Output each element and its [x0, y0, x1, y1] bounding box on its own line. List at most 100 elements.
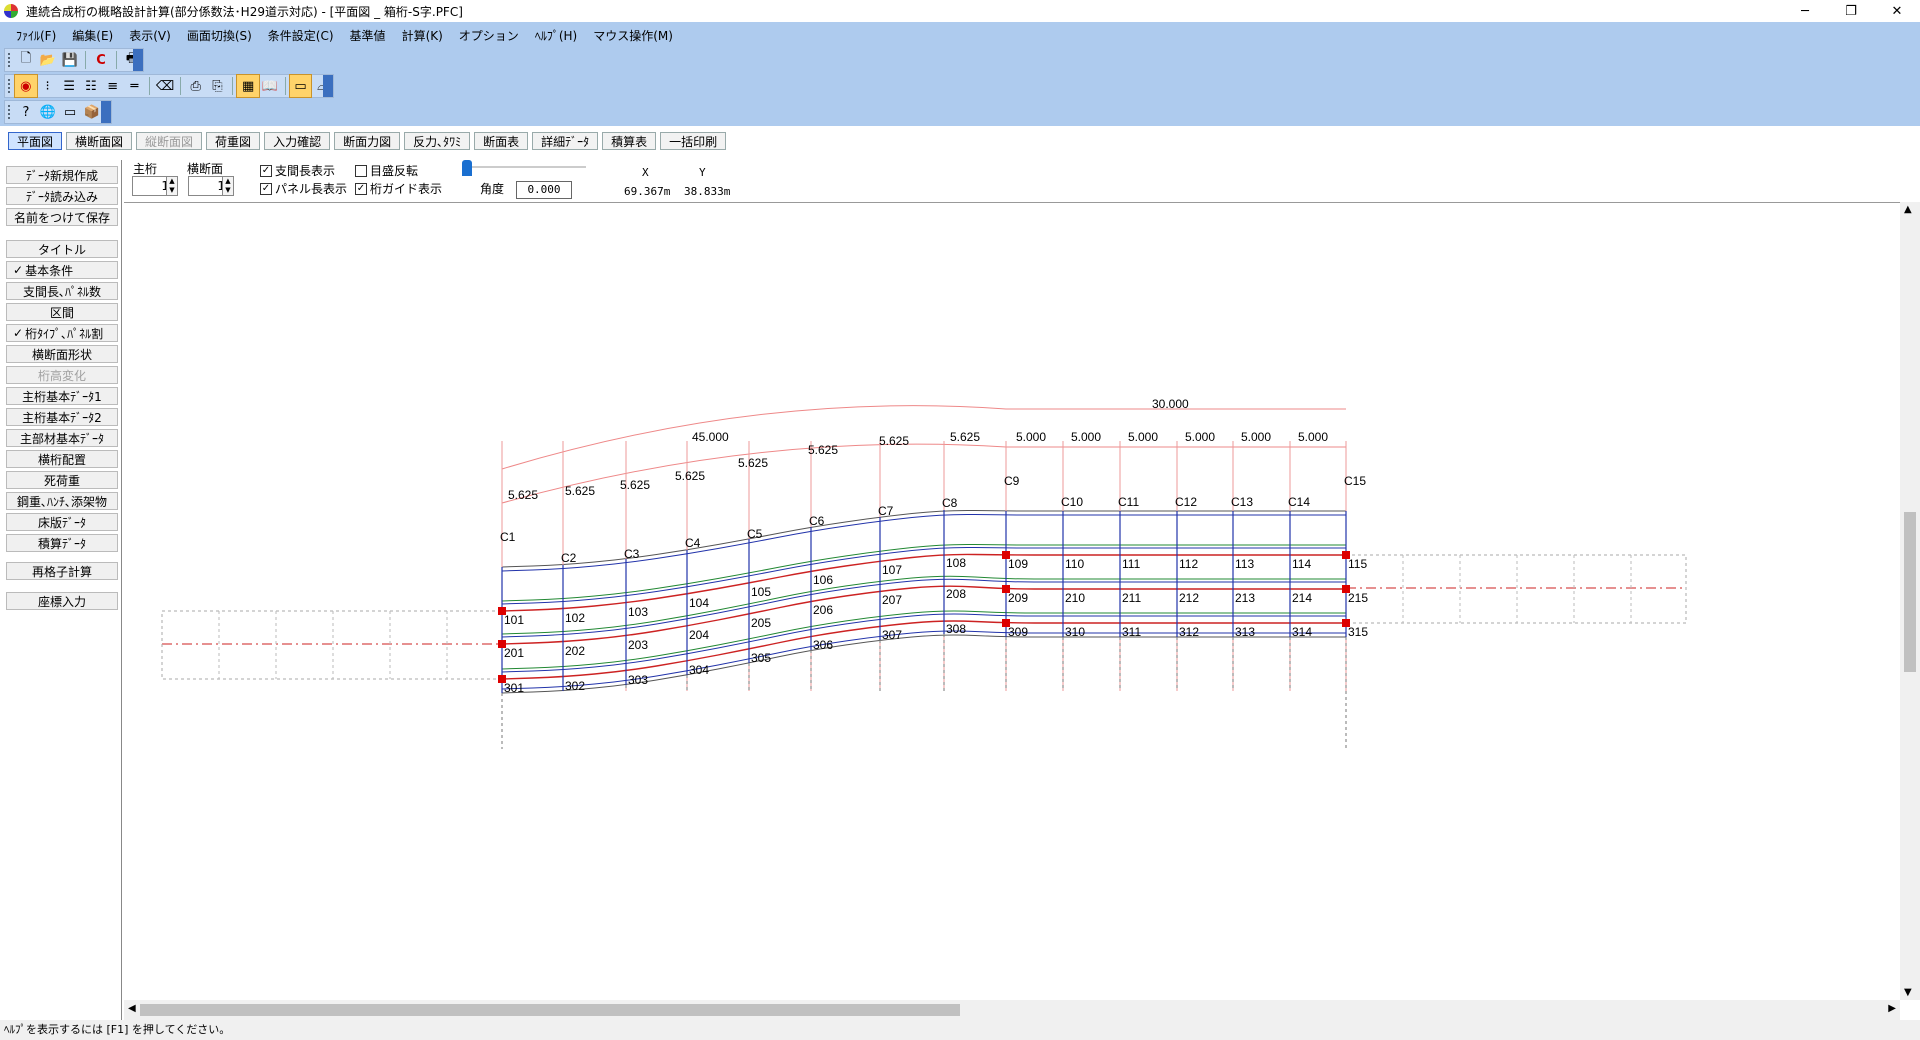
left-item-0[interactable]: タイトル: [6, 240, 118, 258]
angle-label: 角度: [480, 182, 505, 196]
menu-edit[interactable]: 編集(E): [64, 27, 121, 44]
toolbar-view: ◉ ⁝ ☰ ☷ ≡ ═ ⌫ ⎙ ⎘ ▦ 📖 ▭ ⌓: [4, 74, 334, 98]
eraser-icon[interactable]: ⌫: [154, 75, 176, 97]
toolbar-overflow-icon[interactable]: [133, 49, 143, 71]
tab-section-force[interactable]: 断面力図: [334, 132, 401, 150]
scroll-left-icon[interactable]: ◀: [128, 1003, 136, 1014]
menu-view[interactable]: 表示(V): [121, 27, 179, 44]
node-label: 207: [882, 593, 902, 607]
open-folder-icon[interactable]: 📂: [37, 49, 59, 71]
left-item-12[interactable]: 鋼重､ﾊﾝﾁ､添架物: [6, 492, 118, 510]
angle-slider-track[interactable]: [462, 166, 586, 168]
menu-screen[interactable]: 画面切換(S): [179, 27, 260, 44]
vertical-scroll-thumb[interactable]: [1904, 512, 1916, 672]
close-button[interactable]: ✕: [1874, 0, 1920, 22]
left-item-label: 桁ﾀｲﾌﾟ､ﾊﾟﾈﾙ割: [25, 326, 104, 341]
vertical-scrollbar[interactable]: ▲ ▼: [1900, 202, 1920, 1000]
calc-c-icon[interactable]: C: [90, 49, 112, 71]
tab-estimate[interactable]: 積算表: [602, 132, 657, 150]
panel-display-checkbox[interactable]: ✓ パネル長表示: [260, 180, 347, 197]
angle-input[interactable]: 0.000: [516, 181, 572, 199]
scroll-up-icon[interactable]: ▲: [1904, 204, 1912, 215]
left-item-2[interactable]: 支間長､ﾊﾟﾈﾙ数: [6, 282, 118, 300]
dots-icon[interactable]: ⁝: [37, 75, 59, 97]
node-label: 102: [565, 611, 585, 625]
list-icon[interactable]: ≡: [102, 75, 124, 97]
cross-beam-label: C1: [500, 530, 516, 544]
globe-icon[interactable]: 🌐: [37, 101, 59, 123]
tab-load[interactable]: 荷重図: [206, 132, 261, 150]
menu-standards[interactable]: 基準値: [342, 27, 394, 44]
node-label: 209: [1008, 591, 1028, 605]
left-item-11[interactable]: 死荷重: [6, 471, 118, 489]
left-item-10[interactable]: 横桁配置: [6, 450, 118, 468]
left-item-1[interactable]: ✓ 基本条件: [6, 261, 118, 279]
left-item-5[interactable]: 横断面形状: [6, 345, 118, 363]
tab-batch-print[interactable]: 一括印刷: [660, 132, 727, 150]
book-icon[interactable]: 📖: [259, 75, 281, 97]
help-question-icon[interactable]: ?: [15, 101, 37, 123]
select-mode-icon[interactable]: ◉: [14, 74, 38, 98]
cross-section-spinner-icon[interactable]: ▲ ▼: [222, 176, 234, 196]
angle-slider-thumb[interactable]: [462, 160, 472, 176]
minimize-button[interactable]: ─: [1782, 0, 1828, 22]
menu-conditions[interactable]: 条件設定(C): [260, 27, 342, 44]
dash-icon[interactable]: ═: [124, 75, 146, 97]
tab-reaction[interactable]: 反力､ﾀﾜﾐ: [404, 132, 471, 150]
scroll-right-icon[interactable]: ▶: [1888, 1003, 1896, 1014]
left-item-8[interactable]: 主桁基本ﾃﾞｰﾀ2: [6, 408, 118, 426]
scroll-down-icon[interactable]: ▼: [1904, 987, 1912, 998]
tab-cross-section[interactable]: 横断面図: [66, 132, 133, 150]
new-file-icon[interactable]: 🗋: [15, 49, 37, 71]
maximize-button[interactable]: ❐: [1828, 0, 1874, 22]
node-label: 215: [1348, 591, 1368, 605]
horizontal-scroll-thumb[interactable]: [140, 1004, 960, 1016]
node-label: 111: [1122, 557, 1141, 571]
printer-setup-icon[interactable]: ⎘: [207, 75, 229, 97]
left-item-9[interactable]: 主部材基本ﾃﾞｰﾀ: [6, 429, 118, 447]
load-data-button[interactable]: ﾃﾞｰﾀ読み込み: [6, 187, 118, 205]
cross-beam-label: C7: [878, 504, 894, 518]
new-data-button[interactable]: ﾃﾞｰﾀ新規作成: [6, 166, 118, 184]
tab-plan[interactable]: 平面図: [8, 132, 63, 150]
menu-calc[interactable]: 計算(K): [394, 27, 451, 44]
menu-mouse[interactable]: マウス操作(M): [585, 27, 681, 44]
panel-length-label: 5.625: [950, 430, 980, 444]
cross-beam-label: C15: [1344, 474, 1366, 488]
tab-section-table[interactable]: 断面表: [474, 132, 529, 150]
tab-row: 平面図 横断面図 縦断面図 荷重図 入力確認 断面力図 反力､ﾀﾜﾐ 断面表 詳…: [0, 126, 1920, 156]
card-icon[interactable]: ▭: [59, 101, 81, 123]
tab-input-check[interactable]: 入力確認: [264, 132, 331, 150]
recalc-grid-button[interactable]: 再格子計算: [6, 562, 118, 580]
align-icon[interactable]: ☰: [58, 75, 80, 97]
scale-invert-checkbox[interactable]: 目盛反転: [355, 162, 418, 179]
print-preview-icon[interactable]: ⎙: [185, 75, 207, 97]
node-label: 103: [628, 605, 648, 619]
left-item-3[interactable]: 区間: [6, 303, 118, 321]
main-girder-spinner-icon[interactable]: ▲ ▼: [166, 176, 178, 196]
frame-icon[interactable]: ▭: [288, 74, 313, 98]
left-item-7[interactable]: 主桁基本ﾃﾞｰﾀ1: [6, 387, 118, 405]
horizontal-scrollbar[interactable]: ◀ ▶: [124, 1000, 1900, 1020]
save-icon[interactable]: 💾: [59, 49, 81, 71]
left-item-4[interactable]: ✓ 桁ﾀｲﾌﾟ､ﾊﾟﾈﾙ割: [6, 324, 118, 342]
check-icon: ✓: [13, 263, 24, 277]
table-icon[interactable]: ▦: [236, 74, 260, 98]
tab-detail-data[interactable]: 詳細ﾃﾞｰﾀ: [532, 132, 599, 150]
left-item-13[interactable]: 床版ﾃﾞｰﾀ: [6, 513, 118, 531]
package-icon[interactable]: 📦: [81, 101, 103, 123]
save-as-button[interactable]: 名前をつけて保存: [6, 208, 118, 226]
panel-length-label: 5.000: [1128, 430, 1158, 444]
menu-file[interactable]: ﾌｧｲﾙ(F): [8, 27, 64, 44]
span-display-checkbox[interactable]: ✓ 支間長表示: [260, 162, 335, 179]
girder-line-1: [501, 553, 1346, 612]
menu-options[interactable]: オプション: [451, 27, 527, 44]
left-item-14[interactable]: 積算ﾃﾞｰﾀ: [6, 534, 118, 552]
plan-drawing-canvas[interactable]: 30.000 45.000 5.000 5.000 5.000 5.000 5.000 5.0…: [124, 202, 1900, 1000]
grid-lines-icon[interactable]: ☷: [80, 75, 102, 97]
toolbar-overflow-icon[interactable]: [101, 101, 111, 123]
toolbar-overflow-icon[interactable]: [323, 75, 333, 97]
girder-guide-checkbox[interactable]: ✓ 桁ガイド表示: [355, 180, 442, 197]
menu-help[interactable]: ﾍﾙﾌﾟ(H): [527, 27, 585, 44]
coord-input-button[interactable]: 座標入力: [6, 592, 118, 610]
